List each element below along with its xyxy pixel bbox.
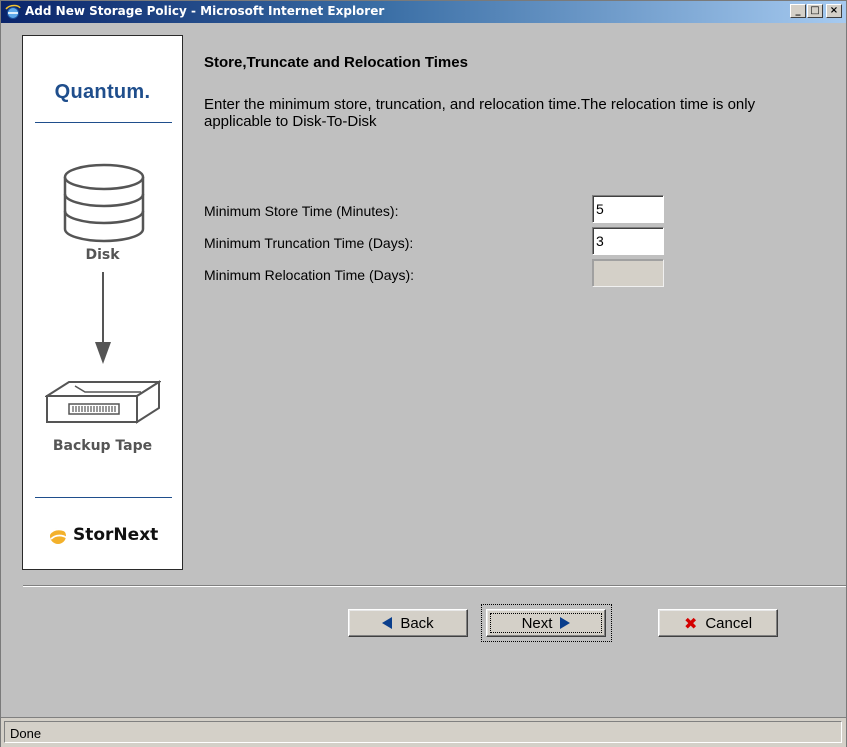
back-button-label: Back — [400, 614, 434, 632]
window-controls: _ □ × — [789, 4, 842, 18]
sidebar-divider — [35, 122, 172, 123]
min-truncation-time-input[interactable]: 3 — [592, 227, 664, 255]
min-relocation-time-label: Minimum Relocation Time (Days): — [204, 267, 415, 283]
min-truncation-time-label: Minimum Truncation Time (Days): — [204, 235, 414, 251]
arrow-down-icon — [95, 272, 111, 364]
page-description: Enter the minimum store, truncation, and… — [204, 96, 756, 130]
min-store-time-input[interactable]: 5 — [592, 195, 664, 223]
cancel-button-label: Cancel — [705, 614, 753, 632]
min-relocation-time-input — [592, 259, 664, 287]
status-text: Done — [10, 726, 42, 741]
stornext-wordmark: StorNext — [73, 525, 159, 545]
wizard-sidebar: Quantum. Disk Backup Tape StorNext — [22, 35, 183, 570]
back-button[interactable]: Back — [348, 609, 468, 637]
stornext-swirl-icon — [48, 527, 69, 544]
page-title: Store,Truncate and Relocation Times — [204, 54, 468, 71]
close-x-icon: ✖ — [683, 613, 698, 633]
arrow-right-icon — [560, 617, 571, 629]
min-store-time-label: Minimum Store Time (Minutes): — [204, 203, 399, 219]
status-bar: Done — [1, 717, 846, 747]
quantum-logo: Quantum. — [54, 81, 151, 103]
title-bar[interactable]: Add New Storage Policy - Microsoft Inter… — [1, 1, 846, 23]
next-button[interactable]: Next — [486, 609, 606, 637]
next-button-label: Next — [521, 614, 553, 632]
disk-label: Disk — [85, 247, 120, 263]
close-button[interactable]: × — [826, 4, 842, 18]
internet-explorer-icon — [5, 4, 21, 19]
stornext-logo: StorNext — [47, 524, 158, 546]
tape-drive-icon — [45, 380, 161, 424]
window-title: Add New Storage Policy - Microsoft Inter… — [25, 4, 385, 18]
arrow-left-icon — [382, 617, 393, 629]
cancel-button[interactable]: ✖ Cancel — [658, 609, 778, 637]
maximize-button[interactable]: □ — [807, 4, 823, 18]
sidebar-divider — [35, 497, 172, 498]
footer-separator — [23, 585, 846, 587]
minimize-button[interactable]: _ — [790, 4, 806, 18]
status-pane: Done — [4, 721, 842, 743]
browser-window: Add New Storage Policy - Microsoft Inter… — [0, 0, 847, 747]
backup-tape-label: Backup Tape — [52, 438, 153, 454]
